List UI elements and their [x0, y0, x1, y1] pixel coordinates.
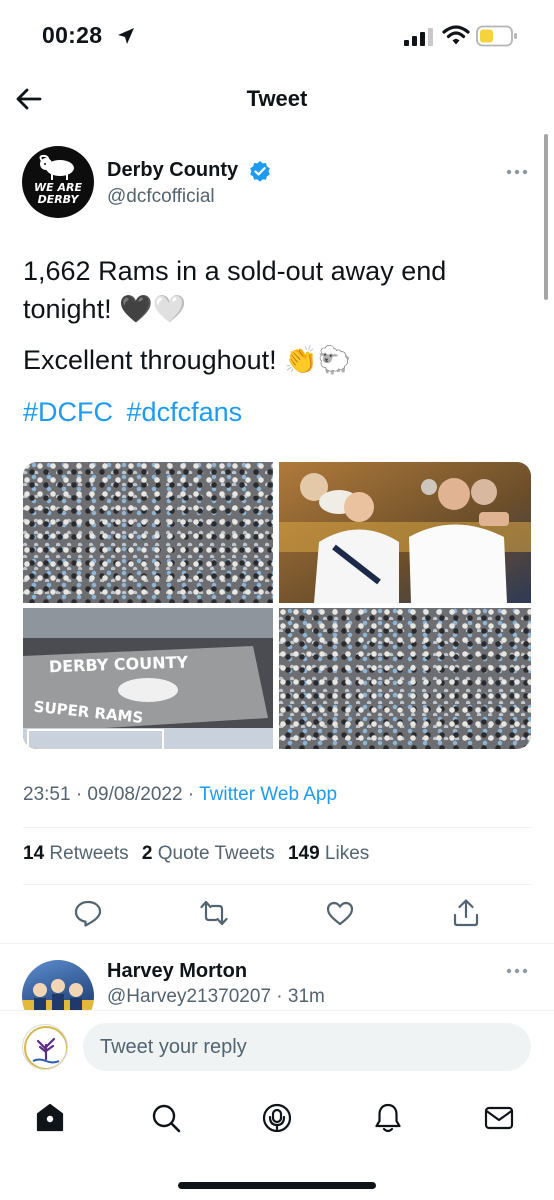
- messages-icon[interactable]: [483, 1102, 515, 1134]
- status-bar: 00:28: [0, 0, 554, 74]
- quotes-stat[interactable]: 2 Quote Tweets: [142, 843, 275, 864]
- photo-fans-image: [279, 462, 531, 603]
- more-options-icon[interactable]: [506, 967, 528, 975]
- media-grid: DERBY COUNTY SUPER RAMS: [23, 462, 531, 749]
- author-avatar[interactable]: WE ARE DERBY: [22, 146, 94, 218]
- reply-icon[interactable]: [73, 898, 103, 928]
- likes-count: 149: [287, 843, 320, 864]
- battery-icon: [476, 25, 517, 47]
- tweet-text-line-2: Excellent throughout! 👏🐑: [23, 345, 352, 375]
- author-handle[interactable]: @dcfcofficial: [107, 186, 215, 208]
- spaces-icon[interactable]: [261, 1102, 293, 1134]
- share-icon[interactable]: [451, 898, 481, 928]
- verified-badge-icon: [250, 161, 270, 182]
- tweet-timestamp: 23:51 · 09/08/2022 ·: [23, 784, 195, 805]
- like-icon[interactable]: [325, 898, 355, 928]
- retweet-icon[interactable]: [199, 898, 229, 928]
- retweets-count: 14: [23, 843, 45, 864]
- location-arrow-icon: [118, 28, 134, 44]
- divider: [23, 827, 531, 828]
- photo-crowd-2[interactable]: [279, 608, 531, 749]
- hashtag-link[interactable]: #dcfcfans: [127, 397, 243, 427]
- avatar-caption: WE ARE DERBY: [34, 181, 82, 206]
- reply-input[interactable]: Tweet your reply: [83, 1023, 531, 1071]
- club-crest-icon: [24, 1026, 67, 1069]
- hashtags: #DCFC #dcfcfans: [23, 393, 248, 431]
- author-name[interactable]: Derby County: [107, 159, 238, 182]
- likes-label: Likes: [324, 843, 370, 864]
- search-icon[interactable]: [150, 1102, 182, 1134]
- photo-fans[interactable]: [279, 462, 531, 603]
- tweet-meta: 23:51 · 09/08/2022 · Twitter Web App: [23, 784, 337, 806]
- retweets-stat[interactable]: 14 Retweets: [23, 843, 129, 864]
- likes-stat[interactable]: 149 Likes: [288, 843, 369, 864]
- tweet-stats: 14 Retweets 2 Quote Tweets 149 Likes: [23, 843, 369, 865]
- scrollbar[interactable]: [544, 134, 548, 300]
- quotes-label: Quote Tweets: [157, 843, 275, 864]
- navigation-bar: Tweet: [0, 74, 554, 124]
- home-indicator: [178, 1182, 376, 1189]
- tweet-text-line-1: 1,662 Rams in a sold-out away end tonigh…: [23, 256, 447, 324]
- reply-author-handle[interactable]: @Harvey21370207 · 31m: [107, 986, 325, 1008]
- wifi-icon: [442, 25, 470, 45]
- divider: [0, 943, 554, 944]
- reply-author-name[interactable]: Harvey Morton: [107, 960, 247, 983]
- more-options-icon[interactable]: [506, 168, 528, 176]
- photo-banner[interactable]: DERBY COUNTY SUPER RAMS: [23, 608, 273, 749]
- derby-ram-logo-icon: [39, 154, 74, 180]
- reply-input-placeholder: Tweet your reply: [100, 1035, 247, 1058]
- notifications-icon[interactable]: [372, 1102, 404, 1134]
- retweets-label: Retweets: [49, 843, 129, 864]
- quotes-count: 2: [141, 843, 153, 864]
- tweet-source-link[interactable]: Twitter Web App: [199, 784, 337, 805]
- reply-composer: Tweet your reply: [0, 1010, 554, 1084]
- photo-crowd-1[interactable]: [23, 462, 273, 603]
- photo-banner-image: DERBY COUNTY SUPER RAMS: [23, 608, 273, 749]
- signal-icon: [404, 28, 433, 46]
- status-time: 00:28: [42, 22, 103, 48]
- page-title: Tweet: [246, 86, 308, 111]
- divider: [23, 884, 531, 885]
- tab-bar: [0, 1084, 554, 1200]
- hashtag-link[interactable]: #DCFC: [23, 397, 113, 427]
- my-avatar[interactable]: [22, 1024, 68, 1070]
- home-icon[interactable]: [34, 1102, 66, 1134]
